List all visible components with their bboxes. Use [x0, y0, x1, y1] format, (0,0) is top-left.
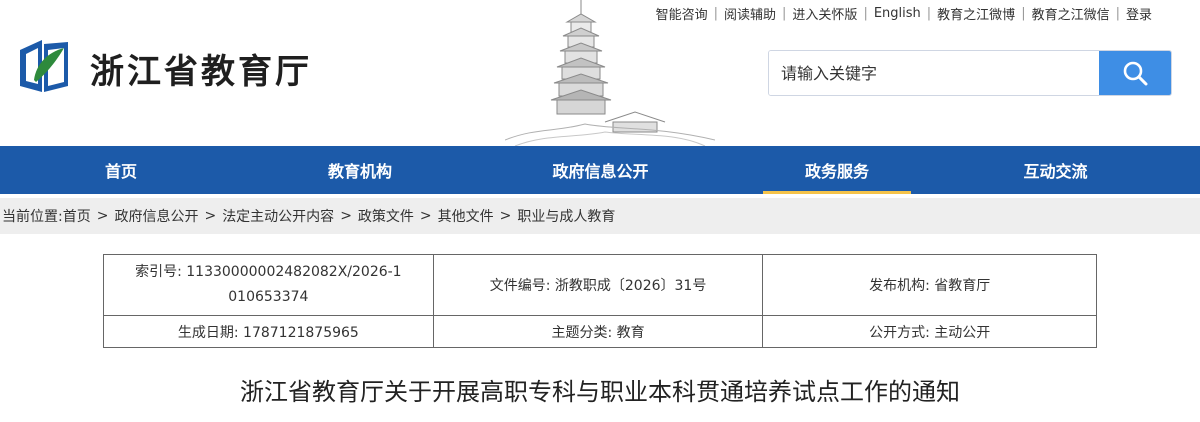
- breadcrumb-item-legal[interactable]: 法定主动公开内容: [222, 206, 334, 226]
- breadcrumb-item-policy[interactable]: 政策文件: [358, 206, 414, 226]
- separator: |: [1115, 6, 1120, 21]
- search-input[interactable]: [769, 51, 1099, 95]
- info-index-no: 索引号: 11330000002482082X/2026-1010653374: [103, 254, 434, 316]
- breadcrumb-item-gov-info[interactable]: 政府信息公开: [114, 206, 198, 226]
- info-topic: 主题分类: 教育: [432, 315, 764, 348]
- separator: |: [926, 6, 932, 21]
- article-title: 浙江省教育厅关于开展高职专科与职业本科贯通培养试点工作的通知: [240, 378, 960, 406]
- top-links: 智能咨询 | 阅读辅助 | 进入关怀版 | English | 教育之江微博 |…: [652, 4, 1156, 23]
- main-nav: 首页 教育机构 政府信息公开 政务服务 互动交流: [0, 146, 1200, 194]
- nav-item-home[interactable]: 首页: [0, 146, 242, 194]
- breadcrumb-item-home[interactable]: 首页: [63, 206, 91, 226]
- search-button[interactable]: [1099, 51, 1171, 95]
- separator: |: [713, 6, 719, 21]
- separator: |: [863, 6, 868, 21]
- top-link-english[interactable]: English: [870, 6, 925, 21]
- document-info-table: 索引号: 11330000002482082X/2026-1010653374 …: [103, 254, 1097, 348]
- separator: |: [1021, 6, 1026, 21]
- search-box: [768, 50, 1172, 96]
- breadcrumb-separator: >: [419, 208, 432, 224]
- nav-item-interaction[interactable]: 互动交流: [911, 146, 1200, 194]
- nav-item-gov-info[interactable]: 政府信息公开: [478, 146, 723, 194]
- breadcrumb-separator: >: [96, 208, 109, 224]
- header: 浙江省教育厅 智能咨询 | 阅读辅助 | 进入关怀版 | English | 教…: [0, 0, 1200, 146]
- breadcrumb-separator: >: [340, 208, 352, 224]
- separator: |: [782, 6, 787, 21]
- top-link-consult[interactable]: 智能咨询: [652, 4, 712, 23]
- top-link-reading-aid[interactable]: 阅读辅助: [720, 4, 780, 23]
- top-link-login[interactable]: 登录: [1122, 4, 1156, 23]
- info-created-date: 生成日期: 1787121875965: [103, 315, 434, 348]
- top-link-wechat[interactable]: 教育之江微信: [1028, 4, 1114, 23]
- top-link-weibo[interactable]: 教育之江微博: [933, 4, 1019, 23]
- breadcrumb-separator: >: [499, 208, 512, 224]
- info-publisher: 发布机构: 省教育厅: [762, 254, 1097, 316]
- info-doc-no: 文件编号: 浙教职成〔2026〕31号: [432, 254, 764, 316]
- site-title[interactable]: 浙江省教育厅: [90, 44, 312, 93]
- nav-item-institutions[interactable]: 教育机构: [242, 146, 478, 194]
- nav-item-services[interactable]: 政务服务: [763, 146, 911, 194]
- info-open-mode: 公开方式: 主动公开: [762, 315, 1097, 348]
- search-icon: [1123, 61, 1148, 86]
- breadcrumb: 当前位置: 首页 > 政府信息公开 > 法定主动公开内容 > 政策文件 > 其他…: [0, 198, 1200, 234]
- breadcrumb-item-other[interactable]: 其他文件: [438, 206, 494, 226]
- breadcrumb-item-vocational[interactable]: 职业与成人教育: [517, 206, 615, 226]
- top-link-care-mode[interactable]: 进入关怀版: [788, 4, 861, 23]
- breadcrumb-prefix: 当前位置:: [2, 209, 63, 225]
- logo-icon[interactable]: [14, 36, 74, 96]
- breadcrumb-separator: >: [204, 208, 217, 224]
